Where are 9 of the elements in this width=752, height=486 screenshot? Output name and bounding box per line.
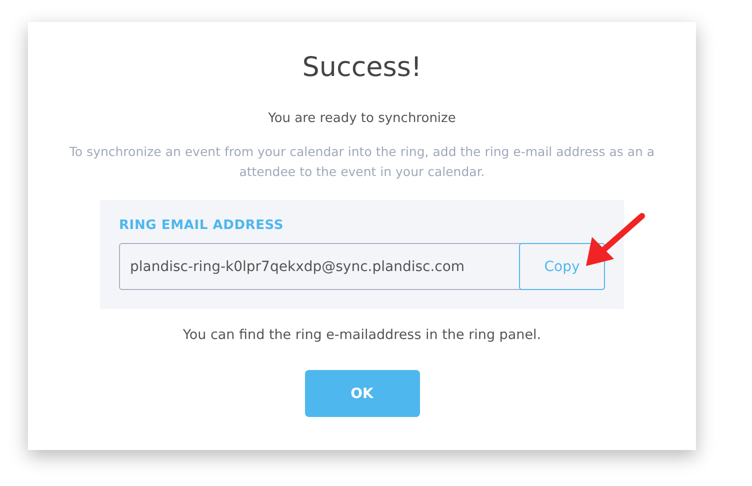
dialog-title: Success! bbox=[302, 52, 422, 83]
email-field[interactable]: plandisc-ring-k0lpr7qekxdp@sync.plandisc.com Copy bbox=[119, 243, 605, 290]
dialog-subtitle: You are ready to synchronize bbox=[268, 111, 456, 126]
dialog-note: You can find the ring e-mailaddress in the ring panel. bbox=[182, 327, 542, 343]
ok-button[interactable]: OK bbox=[304, 370, 420, 417]
email-label: RING EMAIL ADDRESS bbox=[119, 218, 285, 233]
annotation-arrow bbox=[584, 213, 646, 269]
copy-button[interactable]: Copy bbox=[519, 243, 605, 290]
dialog-description: To synchronize an event from your calendar into the ring, add the ring e-mail address as an a attendee to the event in your calendar. bbox=[68, 143, 656, 181]
